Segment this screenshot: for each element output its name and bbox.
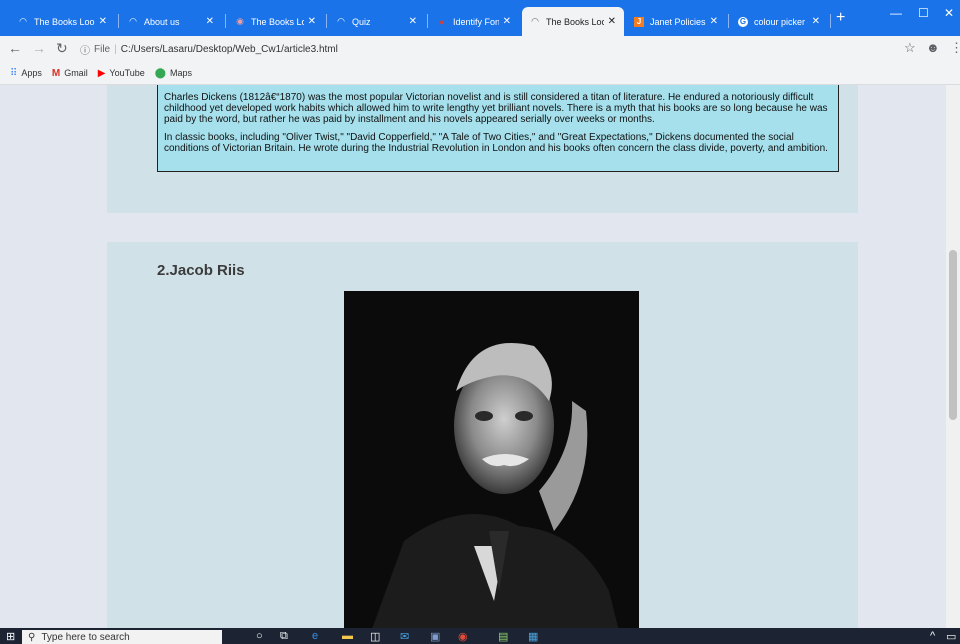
close-icon[interactable]: ✕ xyxy=(308,16,316,27)
cortana-icon[interactable]: ○ xyxy=(256,630,263,642)
menu-kebab-icon[interactable]: ⋮ xyxy=(950,40,960,56)
jacob-riis-portrait xyxy=(344,291,639,628)
bookmark-label: Maps xyxy=(169,68,192,78)
scrollbar-thumb[interactable] xyxy=(949,250,957,420)
tab-divider xyxy=(118,14,119,28)
tab-title: Identify Fonts - Th xyxy=(453,16,499,27)
bookmark-label: YouTube xyxy=(109,68,145,78)
forward-arrow-icon[interactable]: → xyxy=(32,40,46,56)
address-divider: | xyxy=(114,43,117,55)
close-icon[interactable]: ✕ xyxy=(206,16,214,27)
tab-divider xyxy=(225,14,226,28)
bookmark-apps[interactable]: ⠿ Apps xyxy=(10,68,42,79)
article-card-dickens: Charles Dickens (1812â€“1870) was the mo… xyxy=(107,85,858,213)
tab-books-2[interactable]: ◉ The Books Look-H ✕ xyxy=(227,7,324,36)
favicon-icon: J xyxy=(634,16,644,27)
task-view-icon[interactable]: ⧉ xyxy=(280,630,288,643)
dickens-text-box: Charles Dickens (1812â€“1870) was the mo… xyxy=(157,85,839,172)
apps-grid-icon: ⠿ xyxy=(10,67,18,79)
photos-icon[interactable]: ▣ xyxy=(430,630,440,643)
tab-janet-policies[interactable]: J Janet Policies and ✕ xyxy=(626,7,726,36)
browser-toolbar: ← → ↻ ⓘ File | C:/Users/Lasaru/Desktop/W… xyxy=(0,36,960,62)
bookmark-youtube[interactable]: ▶ YouTube xyxy=(98,68,145,79)
notification-icon[interactable]: ▭ xyxy=(946,630,956,643)
tab-title: colour picker - Go xyxy=(754,16,808,27)
loading-icon: ◠ xyxy=(19,16,27,26)
bookmark-maps[interactable]: ⬤ Maps xyxy=(155,68,192,79)
tab-about-us[interactable]: ◠ About us ✕ xyxy=(120,7,222,36)
tab-books-active[interactable]: ◠ The Books Look-H ✕ xyxy=(522,7,624,36)
reload-icon[interactable]: ↻ xyxy=(56,40,68,57)
star-icon[interactable]: ☆ xyxy=(904,40,916,56)
tray-chevron-icon[interactable]: ^ xyxy=(930,630,935,642)
minimize-icon[interactable]: — xyxy=(890,6,902,20)
tab-title: The Books Look-H xyxy=(251,16,304,27)
search-icon: ⚲ xyxy=(28,631,36,643)
loading-icon: ◠ xyxy=(129,16,137,26)
close-window-icon[interactable]: ✕ xyxy=(944,6,954,20)
bookmarks-bar: ⠿ Apps M Gmail ▶ YouTube ⬤ Maps xyxy=(0,62,960,85)
page-scrollbar[interactable] xyxy=(946,85,960,628)
address-bar[interactable]: ⓘ File | C:/Users/Lasaru/Desktop/Web_Cw1… xyxy=(80,39,880,59)
section-heading: 2.Jacob Riis xyxy=(157,262,245,279)
tab-title: The Books Look-H xyxy=(546,16,604,27)
back-arrow-icon[interactable]: ← xyxy=(8,40,22,56)
address-scheme-label: File xyxy=(94,43,111,55)
tab-quiz[interactable]: ◠ Quiz ✕ xyxy=(328,7,425,36)
favicon-icon: ◉ xyxy=(236,16,244,26)
tab-divider xyxy=(728,14,729,28)
page-viewport: Charles Dickens (1812â€“1870) was the mo… xyxy=(0,85,946,628)
bookmark-label: Apps xyxy=(21,68,42,78)
app-icon[interactable]: ▤ xyxy=(498,630,508,643)
close-icon[interactable]: ✕ xyxy=(710,16,718,27)
tab-divider xyxy=(427,14,428,28)
youtube-icon: ▶ xyxy=(97,67,106,79)
bookmark-gmail[interactable]: M Gmail xyxy=(52,68,88,79)
windows-taskbar: ⊞ ⚲ Type here to search ○ ⧉ e ▬ ◫ ✉ ▣ ◉ … xyxy=(0,628,960,644)
tab-title: Janet Policies and xyxy=(650,16,706,27)
edge-icon[interactable]: e xyxy=(312,630,318,642)
close-icon[interactable]: ✕ xyxy=(812,16,820,27)
favicon-icon: ● xyxy=(439,16,445,27)
taskbar-search-input[interactable]: ⚲ Type here to search xyxy=(22,630,222,644)
tab-title: About us xyxy=(144,16,180,27)
tab-books-1[interactable]: ◠ The Books Look-H ✕ xyxy=(10,7,115,36)
account-icon[interactable]: ☻ xyxy=(926,40,940,55)
tab-title: The Books Look-H xyxy=(34,16,95,27)
info-icon: ⓘ xyxy=(80,45,90,57)
maximize-icon[interactable]: ☐ xyxy=(918,6,929,20)
app-icon[interactable]: ▦ xyxy=(528,630,538,643)
loading-icon: ◠ xyxy=(337,16,345,26)
close-icon[interactable]: ✕ xyxy=(608,16,616,27)
address-text: C:/Users/Lasaru/Desktop/Web_Cw1/article3… xyxy=(120,43,338,55)
maps-icon: ⬤ xyxy=(154,67,166,79)
gmail-icon: M xyxy=(51,67,61,79)
paragraph: Charles Dickens (1812â€“1870) was the mo… xyxy=(164,92,828,125)
mail-icon[interactable]: ✉ xyxy=(400,630,409,643)
article-card-riis: 2.Jacob Riis xyxy=(107,242,858,628)
tab-colour-picker[interactable]: G colour picker - Go ✕ xyxy=(730,7,828,36)
loading-icon: ◠ xyxy=(531,16,539,26)
close-icon[interactable]: ✕ xyxy=(409,16,417,27)
file-explorer-icon[interactable]: ▬ xyxy=(342,630,353,642)
store-icon[interactable]: ◫ xyxy=(370,630,380,643)
portrait-illustration xyxy=(344,291,639,628)
tab-divider xyxy=(326,14,327,28)
tab-title: Quiz xyxy=(352,16,371,27)
tab-strip: ◠ The Books Look-H ✕ ◠ About us ✕ ◉ The … xyxy=(0,0,960,36)
search-placeholder: Type here to search xyxy=(41,631,130,643)
tab-identify-fonts[interactable]: ● Identify Fonts - Th ✕ xyxy=(429,7,519,36)
windows-start-icon[interactable]: ⊞ xyxy=(6,630,15,643)
new-tab-button[interactable]: + xyxy=(836,9,845,27)
google-icon: G xyxy=(738,16,748,27)
bookmark-label: Gmail xyxy=(64,68,88,78)
paragraph: In classic books, including "Oliver Twis… xyxy=(164,132,828,154)
chrome-icon[interactable]: ◉ xyxy=(458,630,468,643)
tab-divider xyxy=(830,14,831,28)
close-icon[interactable]: ✕ xyxy=(99,16,107,27)
close-icon[interactable]: ✕ xyxy=(503,16,511,27)
